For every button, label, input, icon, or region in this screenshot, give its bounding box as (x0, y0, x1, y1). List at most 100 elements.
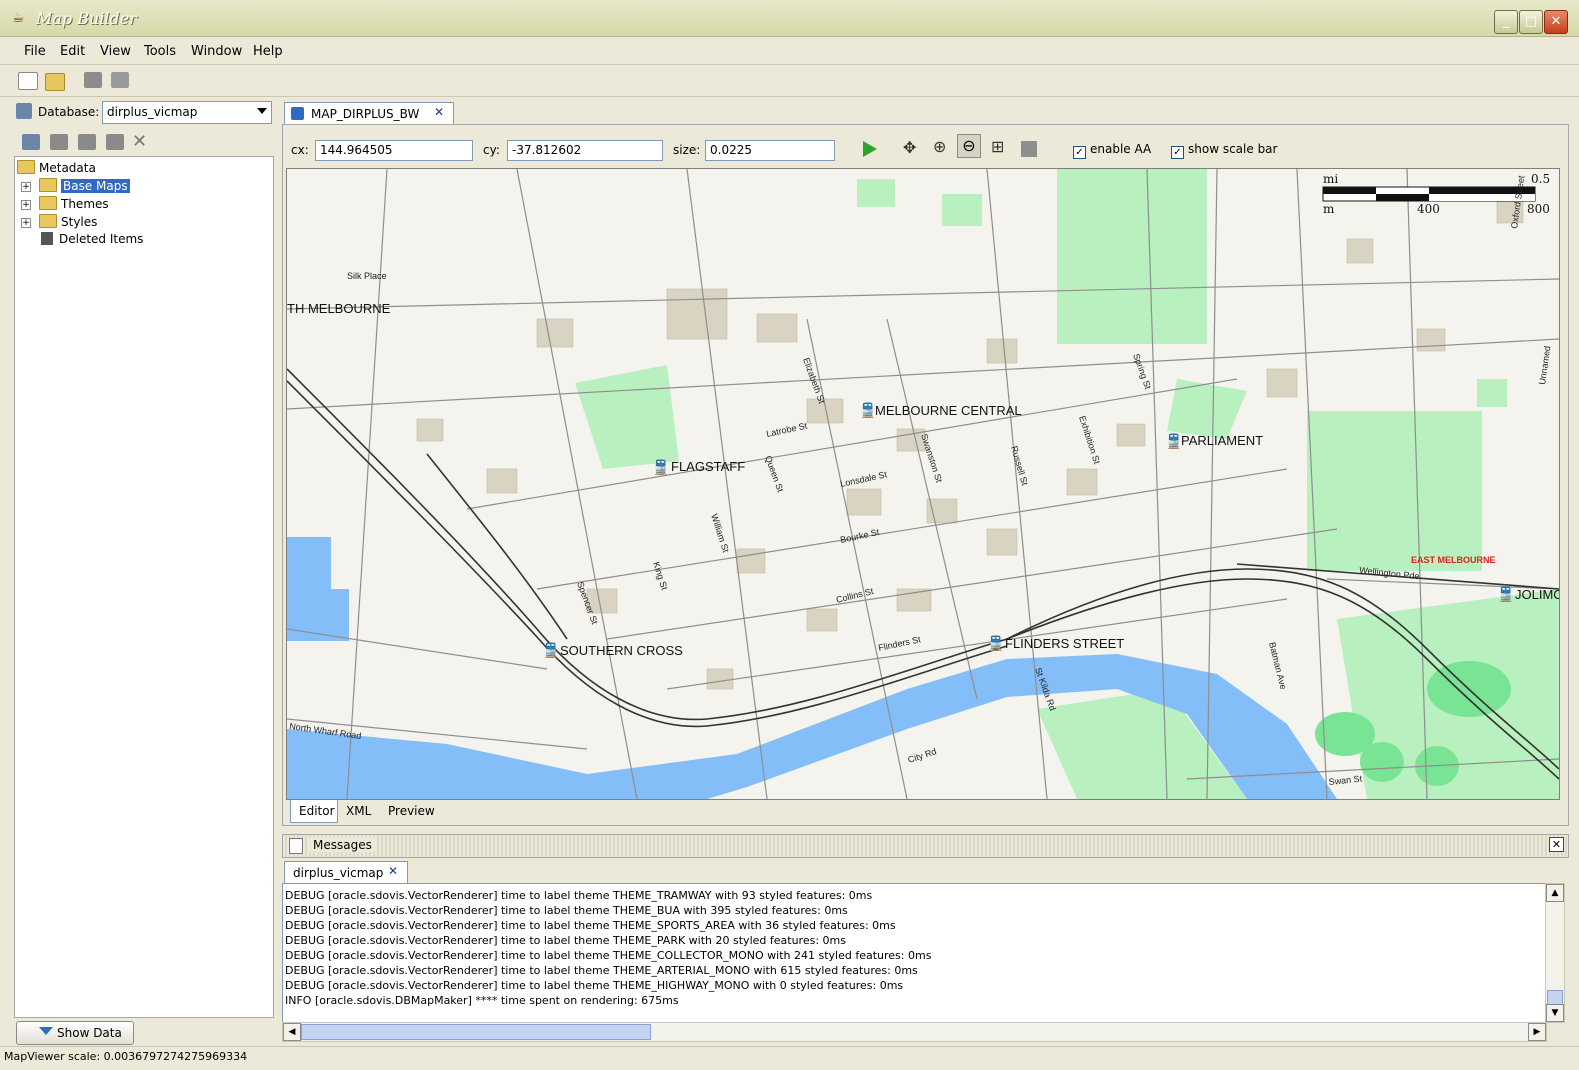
tree-item-base-maps[interactable]: Base Maps (39, 178, 130, 193)
play-icon[interactable] (863, 141, 877, 157)
messages-log[interactable]: DEBUG [oracle.sdovis.VectorRenderer] tim… (282, 883, 1547, 1023)
size-value: 0.0225 (710, 143, 752, 157)
database-select[interactable]: dirplus_vicmap (102, 101, 272, 124)
menu-edit[interactable]: Edit (60, 44, 85, 59)
tree-item-label: Themes (61, 197, 109, 211)
new-file-icon[interactable] (18, 72, 38, 90)
save-icon[interactable] (84, 72, 102, 88)
main-toolbar (0, 65, 1579, 97)
map-icon (291, 107, 304, 120)
expand-base-maps-icon[interactable]: + (21, 182, 31, 192)
tab-preview-label: Preview (388, 804, 435, 818)
copy-icon[interactable] (50, 134, 68, 150)
maximize-button[interactable]: □ (1519, 10, 1543, 34)
tab-map-dirplus-bw[interactable]: MAP_DIRPLUS_BW ✕ (284, 102, 454, 125)
paste-icon[interactable] (78, 134, 96, 150)
train-station-icon: 🚆 (859, 402, 876, 419)
tree-item-themes[interactable]: Themes (39, 196, 109, 211)
map-svg: mi 0.5 m 400 800 MELBOURNE CENTRAL PARLI… (287, 169, 1559, 799)
menu-tools[interactable]: Tools (144, 44, 176, 59)
map-canvas[interactable]: mi 0.5 m 400 800 MELBOURNE CENTRAL PARLI… (286, 168, 1560, 800)
cy-input[interactable]: -37.812602 (507, 140, 663, 161)
save-all-icon[interactable] (111, 72, 129, 88)
tree-root-label: Metadata (39, 161, 96, 175)
database-label: Database: (38, 105, 100, 119)
station-melbourne-central: MELBOURNE CENTRAL (875, 403, 1022, 418)
expand-styles-icon[interactable]: + (21, 218, 31, 228)
messages-tab-label: dirplus_vicmap (293, 866, 384, 880)
tab-xml[interactable]: XML (340, 800, 374, 822)
station-flinders-street: FLINDERS STREET (1005, 636, 1124, 651)
zoom-in-icon[interactable]: ⊕ (933, 137, 946, 156)
status-bar: MapViewer scale: 0.0036797274275969334 (0, 1046, 1579, 1070)
menu-view[interactable]: View (100, 44, 131, 59)
refresh-icon[interactable] (22, 134, 40, 150)
street-label: Silk Place (347, 271, 387, 281)
scale-end-value: 800 (1527, 202, 1550, 216)
stop-icon[interactable] (1021, 141, 1037, 157)
tree-item-styles[interactable]: Styles (39, 214, 97, 229)
cx-input[interactable]: 144.964505 (315, 140, 473, 161)
tab-preview[interactable]: Preview (382, 800, 440, 822)
menu-help[interactable]: Help (253, 44, 283, 59)
messages-header: Messages ✕ (282, 834, 1569, 858)
tree-item-label: Deleted Items (59, 232, 144, 246)
title-bar: ☕ Map Builder _ □ ✕ (0, 0, 1579, 37)
expand-themes-icon[interactable]: + (21, 200, 31, 210)
folder-icon (39, 214, 57, 228)
menu-file[interactable]: File (24, 44, 46, 59)
log-line: DEBUG [oracle.sdovis.VectorRenderer] tim… (285, 889, 873, 902)
log-line: DEBUG [oracle.sdovis.VectorRenderer] tim… (285, 949, 932, 962)
size-input[interactable]: 0.0225 (705, 140, 835, 161)
tab-xml-label: XML (346, 804, 372, 818)
delete-icon[interactable]: ✕ (132, 131, 147, 152)
zoom-out-icon[interactable]: ⊖ (957, 134, 981, 158)
scroll-down-icon[interactable]: ▼ (1546, 1004, 1564, 1022)
scroll-left-icon[interactable]: ◀ (283, 1023, 301, 1041)
database-icon (16, 103, 32, 119)
status-text: MapViewer scale: 0.0036797274275969334 (4, 1050, 248, 1063)
triangle-down-icon (39, 1027, 53, 1035)
folder-icon (39, 196, 57, 210)
messages-horizontal-scrollbar[interactable]: ◀ ▶ (282, 1022, 1547, 1042)
scroll-thumb[interactable] (301, 1024, 651, 1040)
duplicate-icon[interactable] (106, 134, 124, 150)
tree-root-metadata[interactable]: Metadata (17, 160, 96, 175)
show-data-label: Show Data (57, 1026, 122, 1040)
pan-icon[interactable]: ✥ (903, 138, 916, 157)
log-line: DEBUG [oracle.sdovis.VectorRenderer] tim… (285, 919, 896, 932)
zoom-box-icon[interactable]: ⊞ (991, 137, 1004, 156)
log-line: DEBUG [oracle.sdovis.VectorRenderer] tim… (285, 904, 848, 917)
check-icon: ✓ (1073, 146, 1086, 159)
cy-label: cy: (483, 143, 500, 157)
tree-item-deleted-items[interactable]: Deleted Items (39, 232, 143, 246)
close-window-button[interactable]: ✕ (1544, 10, 1568, 34)
log-line: INFO [oracle.sdovis.DBMapMaker] **** tim… (285, 994, 679, 1007)
tab-editor[interactable]: Editor (290, 800, 338, 823)
log-line: DEBUG [oracle.sdovis.VectorRenderer] tim… (285, 979, 904, 992)
station-parliament: PARLIAMENT (1181, 433, 1263, 448)
open-folder-icon[interactable] (45, 73, 65, 91)
enable-aa-checkbox[interactable]: ✓ enable AA (1073, 142, 1151, 159)
database-row: Database: dirplus_vicmap (10, 100, 272, 124)
tab-dirplus-vicmap[interactable]: dirplus_vicmap ✕ (284, 861, 408, 884)
enable-aa-label: enable AA (1090, 142, 1152, 156)
cy-value: -37.812602 (512, 143, 582, 157)
scale-bar (1322, 186, 1536, 202)
close-tab-icon[interactable]: ✕ (388, 864, 398, 878)
show-scale-bar-checkbox[interactable]: ✓ show scale bar (1171, 142, 1277, 159)
show-data-button[interactable]: Show Data (16, 1021, 134, 1045)
tab-editor-label: Editor (299, 804, 335, 818)
scroll-right-icon[interactable]: ▶ (1528, 1023, 1546, 1041)
cx-value: 144.964505 (320, 143, 393, 157)
messages-vertical-scrollbar[interactable]: ▲ ▼ (1545, 883, 1565, 1023)
scale-unit-top: mi (1323, 172, 1338, 186)
scroll-up-icon[interactable]: ▲ (1546, 884, 1564, 902)
log-line: DEBUG [oracle.sdovis.VectorRenderer] tim… (285, 934, 846, 947)
close-tab-icon[interactable]: ✕ (434, 105, 444, 119)
tree-item-label: Styles (61, 215, 98, 229)
minimize-button[interactable]: _ (1494, 10, 1518, 34)
menu-window[interactable]: Window (191, 44, 242, 59)
folder-icon (39, 178, 57, 192)
close-panel-icon[interactable]: ✕ (1549, 837, 1564, 852)
